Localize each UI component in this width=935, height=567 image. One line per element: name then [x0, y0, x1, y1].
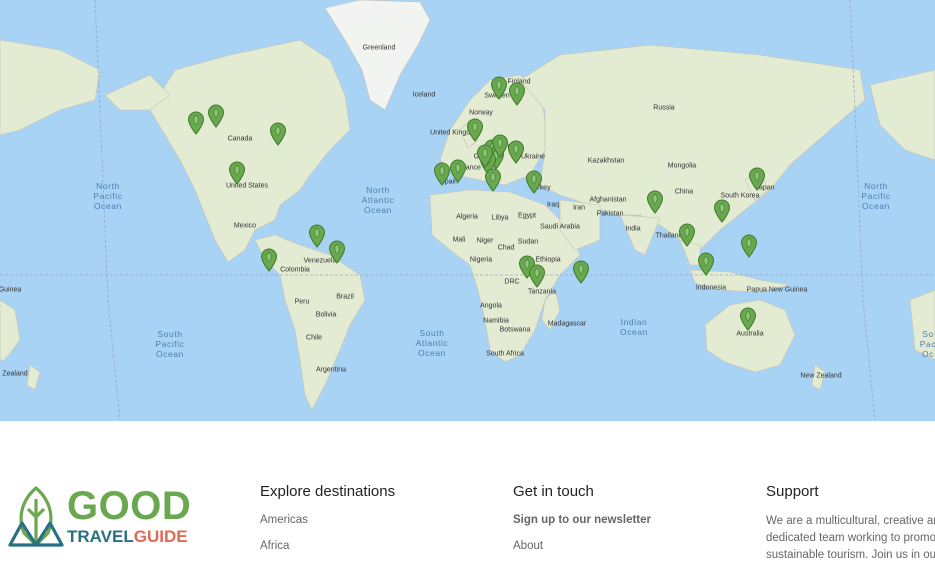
country-label: Mali	[452, 236, 466, 244]
country-label: Nigeria	[469, 256, 493, 264]
destination-marker-icon[interactable]	[228, 161, 246, 185]
ocean-label: South Pacific Ocean	[155, 329, 185, 359]
map-land	[0, 0, 935, 421]
country-label: Russia	[653, 104, 675, 112]
africa-link[interactable]: Africa	[260, 540, 289, 552]
destination-marker-icon[interactable]	[525, 170, 543, 194]
country-label: Greenland	[362, 44, 396, 52]
destination-marker-icon[interactable]	[260, 248, 278, 272]
destination-marker-icon[interactable]	[449, 159, 467, 183]
destination-marker-icon[interactable]	[269, 122, 287, 146]
destination-marker-icon[interactable]	[713, 199, 731, 223]
country-label: Peru	[294, 298, 310, 306]
country-label: Sudan	[517, 238, 539, 246]
support-line: dedicated team working to promot	[766, 532, 935, 544]
country-label: Iceland	[412, 91, 436, 99]
country-label: Angola	[480, 302, 502, 310]
ocean-label: Indian Ocean	[619, 317, 649, 337]
destination-marker-icon[interactable]	[739, 307, 757, 331]
destination-marker-icon[interactable]	[528, 264, 546, 288]
logo-guide-text: GUIDE	[133, 527, 188, 546]
country-label: Kazakhstan	[587, 157, 625, 165]
destination-marker-icon[interactable]	[697, 252, 715, 276]
country-label: Zealand	[2, 370, 28, 378]
get-in-touch-title: Get in touch	[513, 483, 594, 500]
logo-good-text: GOOD	[67, 484, 192, 528]
country-label: Bolivia	[315, 311, 337, 319]
country-label: Egypt	[518, 212, 536, 220]
ocean-label: North Pacific Ocean	[93, 181, 123, 211]
destination-marker-icon[interactable]	[572, 260, 590, 284]
country-label: Norway	[469, 109, 493, 117]
destination-marker-icon[interactable]	[740, 234, 758, 258]
destination-marker-icon[interactable]	[508, 82, 526, 106]
country-label: Chad	[497, 244, 515, 252]
country-label: Colombia	[280, 266, 310, 274]
country-label: Afghanistan	[589, 196, 627, 204]
about-link[interactable]: About	[513, 540, 543, 552]
country-label: China	[674, 188, 694, 196]
country-label: Iraq	[546, 201, 560, 209]
country-label: Indonesia	[695, 284, 727, 292]
country-label: Mexico	[233, 222, 257, 230]
country-label: New Zealand	[800, 372, 842, 380]
ocean-label: North Pacific Ocean	[861, 181, 891, 211]
country-label: Australia	[736, 330, 764, 338]
destination-marker-icon[interactable]	[491, 134, 509, 158]
logo-travelguide-text: TRAVELGUIDE	[67, 528, 188, 546]
world-map[interactable]: GreenlandIcelandFinlandNorwaySwedenRussi…	[0, 0, 935, 421]
destination-marker-icon[interactable]	[748, 167, 766, 191]
americas-link[interactable]: Americas	[260, 514, 308, 526]
destination-marker-icon[interactable]	[187, 111, 205, 135]
country-label: Brazil	[336, 293, 354, 301]
country-label: Botswana	[499, 326, 531, 334]
destination-marker-icon[interactable]	[490, 76, 508, 100]
country-label: India	[625, 225, 641, 233]
support-description: We are a multicultural, creative and ded…	[766, 513, 935, 564]
country-label: Libya	[491, 214, 509, 222]
country-label: Pakistan	[596, 210, 624, 218]
newsletter-signup-link[interactable]: Sign up to our newsletter	[513, 514, 651, 526]
destination-marker-icon[interactable]	[646, 190, 664, 214]
country-label: Ethiopia	[535, 256, 561, 264]
destination-marker-icon[interactable]	[507, 140, 525, 164]
destination-marker-icon[interactable]	[466, 118, 484, 142]
country-label: Iran	[572, 204, 586, 212]
ocean-label: South Atlantic Ocean	[415, 328, 449, 358]
country-label: DRC	[504, 278, 520, 286]
support-line: sustainable tourism. Join us in our	[766, 549, 935, 561]
country-label: Mongolia	[667, 162, 697, 170]
country-label: Namibia	[483, 317, 509, 325]
explore-destinations-title: Explore destinations	[260, 483, 396, 500]
logo-travel-text: TRAVEL	[67, 527, 134, 546]
country-label: Canada	[227, 135, 253, 143]
support-title: Support	[766, 483, 819, 500]
destination-marker-icon[interactable]	[678, 223, 696, 247]
country-label: Madagascar	[547, 320, 587, 328]
country-label: Niger	[476, 237, 494, 245]
country-label: Guinea	[0, 286, 22, 294]
country-label: South Africa	[486, 350, 524, 358]
country-label: Algeria	[456, 213, 478, 221]
ocean-label: North Atlantic Ocean	[361, 185, 395, 215]
destination-marker-icon[interactable]	[484, 168, 502, 192]
destination-marker-icon[interactable]	[328, 240, 346, 264]
destination-marker-icon[interactable]	[207, 104, 225, 128]
destination-marker-icon[interactable]	[308, 224, 326, 248]
ocean-label: So Pac Oc	[919, 329, 935, 359]
country-label: Chile	[306, 334, 322, 342]
country-label: Saudi Arabia	[540, 223, 580, 231]
country-label: Argentina	[316, 366, 346, 374]
country-label: Tanzania	[527, 288, 557, 296]
support-line: We are a multicultural, creative and	[766, 515, 935, 527]
country-label: Papua New Guinea	[746, 286, 808, 294]
